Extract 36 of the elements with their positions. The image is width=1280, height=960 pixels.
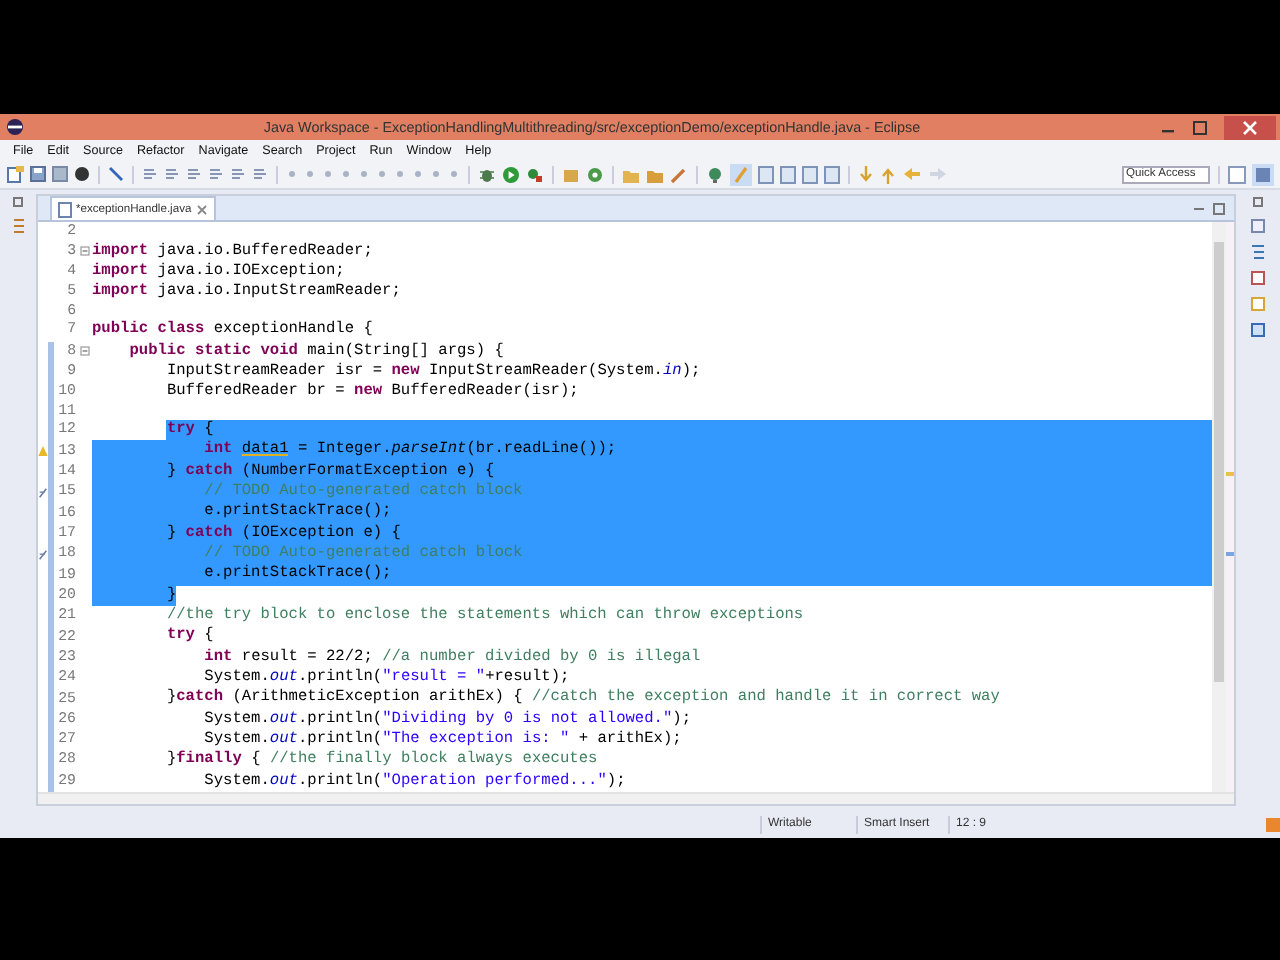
back-icon[interactable]	[902, 166, 922, 182]
task-icon[interactable]	[38, 547, 48, 562]
arrow-up-icon[interactable]	[880, 165, 896, 183]
arrow-down-icon[interactable]	[858, 165, 874, 183]
vertical-scrollbar[interactable]	[1212, 222, 1226, 792]
dot-icon[interactable]	[286, 168, 298, 180]
dot-icon[interactable]	[358, 168, 370, 180]
lightbulb-icon[interactable]	[706, 165, 724, 183]
task-icon[interactable]	[38, 485, 48, 500]
close-icon[interactable]	[1224, 115, 1276, 139]
new-file-icon[interactable]	[6, 165, 24, 183]
dot-icon[interactable]	[448, 168, 460, 180]
outline-icon[interactable]	[11, 218, 25, 234]
fold-icon[interactable]	[79, 346, 89, 357]
pencil-icon[interactable]	[670, 165, 688, 183]
dot-icon[interactable]	[412, 168, 424, 180]
debug-icon[interactable]	[478, 165, 496, 183]
run-icon[interactable]	[502, 165, 520, 183]
maximize-icon[interactable]	[1192, 119, 1208, 135]
app-icon	[6, 118, 24, 136]
dot-icon[interactable]	[304, 168, 316, 180]
dot-icon[interactable]	[394, 168, 406, 180]
close-icon[interactable]	[195, 203, 208, 215]
dot-icon[interactable]	[340, 168, 352, 180]
rss-icon[interactable]	[1266, 817, 1280, 831]
restore-icon[interactable]	[11, 194, 25, 208]
outline-icon[interactable]	[1250, 244, 1266, 260]
fold-icon[interactable]	[79, 246, 89, 257]
save-icon[interactable]	[30, 166, 46, 182]
warning-icon[interactable]	[38, 444, 48, 459]
restore-icon[interactable]	[1251, 194, 1265, 208]
maximize-icon[interactable]	[1212, 201, 1226, 215]
dot-icon[interactable]	[376, 168, 388, 180]
horizontal-scrollbar[interactable]	[38, 792, 1234, 804]
dot-icon[interactable]	[430, 168, 442, 180]
dot-icon[interactable]	[322, 168, 334, 180]
